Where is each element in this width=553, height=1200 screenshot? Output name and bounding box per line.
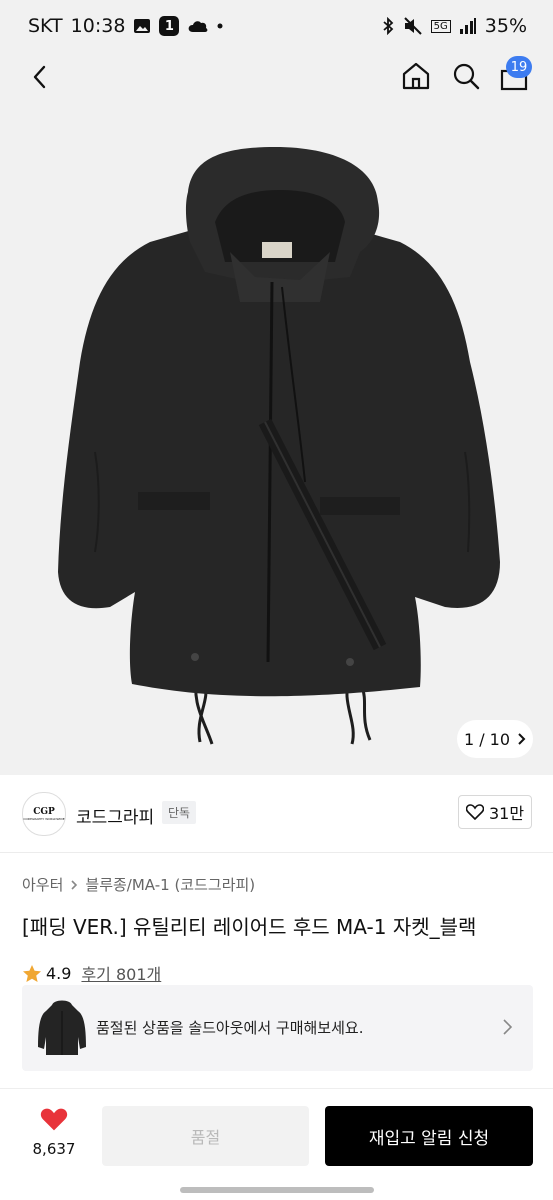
rating-value: 4.9 [46, 963, 72, 983]
soldout-banner-text: 품절된 상품을 솔드아웃에서 구매해보세요. [96, 1019, 364, 1037]
network-5g-icon: 5G [430, 19, 451, 33]
breadcrumb-category[interactable]: 아우터 [22, 874, 63, 895]
signal-icon [459, 17, 477, 35]
chevron-right-icon [503, 1019, 513, 1035]
chevron-right-icon [518, 733, 526, 745]
battery-level: 35% [484, 15, 527, 37]
brand-logo-text: CGP [33, 807, 55, 817]
bluetooth-icon [381, 17, 395, 35]
product-title: [패딩 VER.] 유틸리티 레이어드 후드 MA-1 자켓_블랙 [22, 915, 477, 939]
dot-icon [217, 23, 223, 29]
rating-row: 4.9 후기 801개 [22, 961, 161, 985]
breadcrumb: 아우터 블루종/MA-1 (코드그라피) [22, 874, 255, 895]
cart-count-badge: 19 [506, 56, 532, 78]
product-like-count: 8,637 [32, 1140, 76, 1158]
cloud-icon [187, 19, 209, 33]
image-counter[interactable]: 1 / 10 [457, 720, 533, 758]
search-button[interactable] [450, 60, 482, 96]
clock: 10:38 [70, 15, 126, 37]
home-icon [402, 62, 430, 90]
restock-notify-button[interactable]: 재입고 알림 신청 [325, 1106, 533, 1166]
status-bar-right: 5G 35% [381, 15, 527, 37]
star-icon [23, 964, 41, 982]
soldout-button: 품절 [102, 1106, 309, 1166]
chevron-right-icon [71, 879, 78, 890]
status-bar-left: SKT 10:38 1 [28, 15, 223, 37]
notification-count: 1 [164, 18, 174, 34]
exclusive-tag: 단독 [162, 801, 197, 824]
review-count-link[interactable]: 후기 801개 [81, 961, 161, 985]
bottom-action-bar: 8,637 품절 재입고 알림 신청 [0, 1088, 553, 1200]
brand-name[interactable]: 코드그라피 [76, 803, 154, 828]
chevron-left-icon [33, 65, 46, 89]
search-icon [453, 63, 480, 90]
brand-row: CGP CODEGRAPHY WORLDWIDE 코드그라피 단독 31만 [0, 775, 553, 853]
product-image-jacket [58, 147, 500, 745]
home-indicator[interactable] [180, 1187, 374, 1193]
breadcrumb-subcategory[interactable]: 블루종/MA-1 (코드그라피) [85, 874, 255, 895]
mute-icon [403, 17, 423, 35]
brand-like-button[interactable]: 31만 [458, 795, 532, 829]
brand-logo-subtext: CODEGRAPHY WORLDWIDE [23, 817, 65, 821]
status-bar: SKT 10:38 1 5G 35% [0, 0, 553, 52]
image-counter-text: 1 / 10 [463, 729, 511, 749]
brand-logo[interactable]: CGP CODEGRAPHY WORLDWIDE [22, 792, 66, 836]
product-like-button[interactable]: 8,637 [26, 1107, 82, 1158]
heart-outline-icon [465, 804, 484, 820]
network-label: 5G [430, 19, 451, 33]
carrier-label: SKT [28, 15, 63, 37]
top-navigation [0, 52, 553, 102]
home-button[interactable] [400, 60, 432, 96]
back-button[interactable] [26, 62, 54, 92]
product-image-gallery[interactable]: 1 / 10 [0, 102, 553, 775]
gallery-icon [133, 18, 151, 34]
notification-count-badge: 1 [159, 16, 180, 36]
heart-filled-icon [40, 1108, 68, 1131]
brand-like-count: 31만 [488, 804, 525, 823]
jacket-thumbnail [38, 1000, 86, 1055]
soldout-banner[interactable]: 품절된 상품을 솔드아웃에서 구매해보세요. [22, 985, 533, 1071]
